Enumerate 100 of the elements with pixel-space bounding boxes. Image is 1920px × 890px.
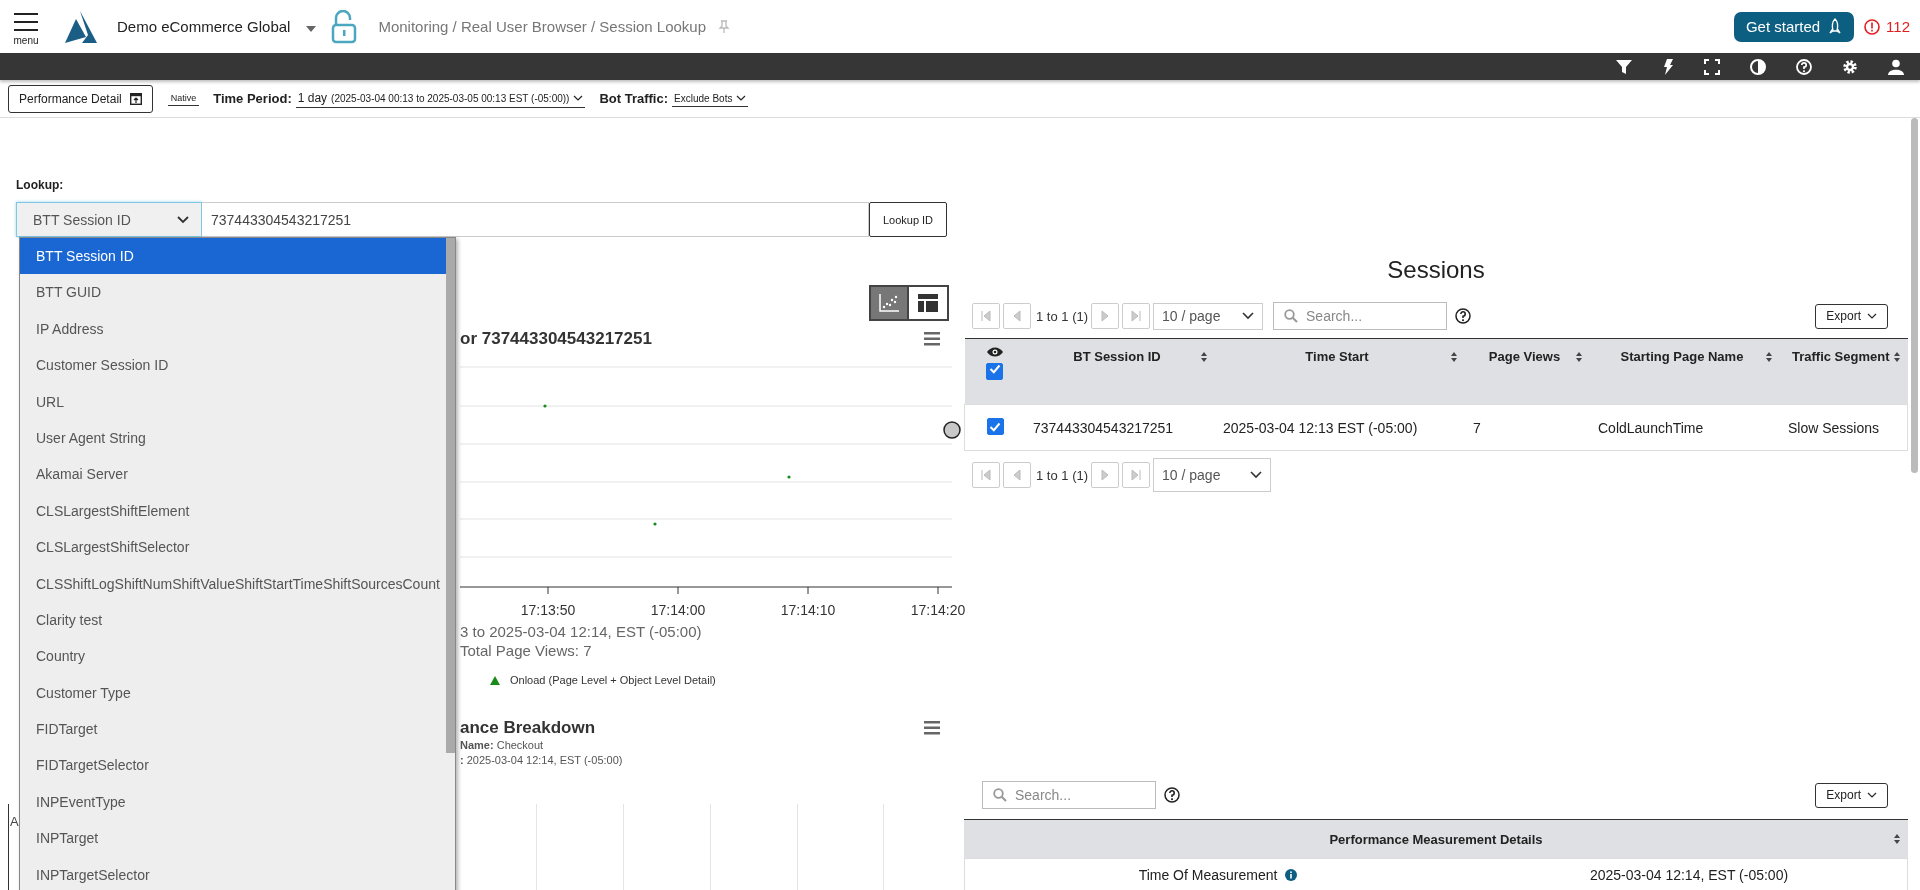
page-size-select[interactable]: 10 / page (1153, 458, 1272, 492)
checkbox[interactable] (986, 363, 1004, 380)
dropdown-option[interactable]: User Agent String (20, 419, 447, 457)
table-view-toggle[interactable] (909, 285, 949, 321)
bot-traffic-dropdown[interactable]: Exclude Bots (672, 90, 749, 107)
menu-button[interactable]: menu (12, 7, 40, 46)
alert-counter[interactable]: 112 (1864, 18, 1910, 35)
search-icon (993, 788, 1007, 802)
scroll-handle[interactable] (943, 421, 961, 439)
triangle-legend-icon (490, 675, 500, 685)
scrollbar[interactable] (1911, 118, 1918, 473)
search-field[interactable]: Search... (982, 781, 1156, 809)
settings-icon[interactable] (1842, 58, 1858, 75)
dropdown-option[interactable]: CLSLargestShiftElement (20, 492, 447, 530)
unlocked-padlock-icon[interactable] (331, 9, 358, 44)
bot-traffic-label: Bot Traffic: (599, 91, 669, 106)
triangle-left-icon (1011, 310, 1023, 322)
chevron-down-icon (1867, 313, 1877, 319)
column-header[interactable]: BT Session ID (1025, 338, 1215, 405)
table-cell: 7 (1473, 419, 1481, 436)
scrollbar[interactable] (446, 238, 455, 753)
search-field[interactable]: Search... (1273, 302, 1448, 330)
scatter-chart-icon (878, 293, 900, 313)
chevron-down-icon (177, 215, 189, 224)
export-button[interactable]: Export (1815, 303, 1888, 329)
checkbox[interactable] (986, 418, 1004, 436)
axis-label: A (10, 814, 19, 829)
dropdown-option[interactable]: FIDTargetSelector (20, 747, 447, 784)
axis-tick-label: 17:14:10 (780, 602, 836, 618)
dropdown-option[interactable]: BTT Session ID (20, 238, 447, 275)
chart-subtitle: : 2025-03-04 12:14, EST (-05:00) (460, 753, 624, 768)
help-icon[interactable] (1164, 787, 1180, 803)
export-button[interactable]: Export (1815, 782, 1888, 808)
table-cell: 737443304543217251 (1033, 419, 1174, 436)
page-size-select[interactable]: 10 / page (1153, 302, 1264, 330)
dropdown-option[interactable]: Customer Session ID (20, 347, 447, 384)
lookup-id-button[interactable]: Lookup ID (869, 202, 947, 237)
chart-view-toggle[interactable] (869, 285, 909, 321)
table-cell: 2025-03-04 12:13 EST (-05:00) (1223, 419, 1418, 436)
organization-selector[interactable]: Demo eCommerce Global (117, 18, 291, 35)
column-header[interactable]: Time Start (1215, 338, 1465, 405)
lookup-id-field[interactable]: 737443304543217251 (202, 202, 869, 237)
chevron-down-icon (736, 95, 747, 101)
lookup-type-select[interactable]: BTT Session ID (16, 202, 202, 237)
dropdown-option[interactable]: IP Address (20, 310, 447, 348)
page-views-total: Total Page Views: 7 (460, 641, 593, 660)
page-range-text: 1 to 1 (1) (1036, 308, 1089, 324)
dropdown-option[interactable]: Akamai Server (20, 456, 447, 493)
column-header[interactable]: Traffic Segment (1780, 338, 1908, 405)
help-icon[interactable] (1455, 308, 1472, 324)
column-header[interactable]: Page Views (1465, 338, 1590, 405)
breadcrumb: Monitoring / Real User Browser / Session Lookup (378, 18, 707, 35)
menu-icon (14, 13, 38, 31)
sort-icon (1894, 834, 1900, 844)
time-period-dropdown[interactable]: 1 day (2025-03-04 00:13 to 2025-03-05 00:13 EST (-05:00)) (295, 89, 586, 108)
page-range-text: 1 to 1 (1) (1036, 467, 1089, 483)
open-window-icon (129, 92, 142, 105)
dropdown-option[interactable]: BTT GUID (20, 274, 447, 311)
caret-icon[interactable] (306, 25, 317, 32)
axis-tick-label: 17:14:20 (910, 602, 966, 618)
dropdown-option[interactable]: INPTarget (20, 820, 447, 857)
filter-icon[interactable] (1616, 58, 1632, 75)
chart-menu-icon[interactable] (924, 721, 940, 735)
table-cell: ColdLaunchTime (1598, 419, 1704, 436)
native-selector[interactable]: Native (167, 91, 200, 106)
data-point (653, 522, 657, 526)
dropdown-option[interactable]: FIDTarget (20, 711, 447, 748)
dropdown-option[interactable]: CLSShiftLogShiftNumShiftValueShiftStartTimeShiftSourcesCount (20, 565, 447, 602)
chart-menu-icon[interactable] (924, 332, 940, 346)
dropdown-option[interactable]: INPEventType (20, 783, 447, 821)
sessions-title: Sessions (1386, 255, 1486, 285)
dropdown-option[interactable]: Country (20, 638, 447, 675)
column-header[interactable]: Starting Page Name (1590, 338, 1780, 405)
sort-icon (1893, 351, 1900, 362)
contrast-icon[interactable] (1750, 58, 1766, 75)
chevron-down-icon (1242, 312, 1255, 320)
dropdown-option[interactable]: URL (20, 383, 447, 420)
dropdown-option[interactable]: CLSLargestShiftSelector (20, 529, 447, 566)
dropdown-option[interactable]: Clarity test (20, 601, 447, 639)
skip-end-icon (1130, 310, 1143, 322)
alert-icon (1864, 18, 1881, 35)
date-range-text: 3 to 2025-03-04 12:14, EST (-05:00) (460, 622, 703, 641)
time-period-label: Time Period: (213, 91, 292, 106)
chart-title: ance Breakdown (460, 718, 596, 738)
dropdown-option[interactable]: Customer Type (20, 674, 447, 712)
skip-end-icon (1130, 469, 1143, 481)
chevron-down-icon (1250, 471, 1263, 479)
dropdown-option[interactable]: INPTargetSelector (20, 856, 447, 890)
legend-label[interactable]: Onload (Page Level + Object Level Detail) (510, 674, 716, 686)
user-icon[interactable] (1888, 58, 1904, 75)
get-started-button[interactable]: Get started (1733, 11, 1855, 42)
axis-tick-label: 17:14:00 (650, 602, 706, 618)
lightning-icon[interactable] (1662, 58, 1674, 75)
info-icon[interactable] (1285, 869, 1298, 881)
performance-detail-button[interactable]: Performance Detail (8, 84, 153, 113)
column-header[interactable]: Performance Measurement Details (964, 820, 1908, 858)
sort-icon (1451, 351, 1457, 362)
chevron-down-icon (573, 95, 584, 101)
fullscreen-icon[interactable] (1704, 58, 1720, 75)
chart-subtitle: Name: Checkout (460, 738, 545, 753)
